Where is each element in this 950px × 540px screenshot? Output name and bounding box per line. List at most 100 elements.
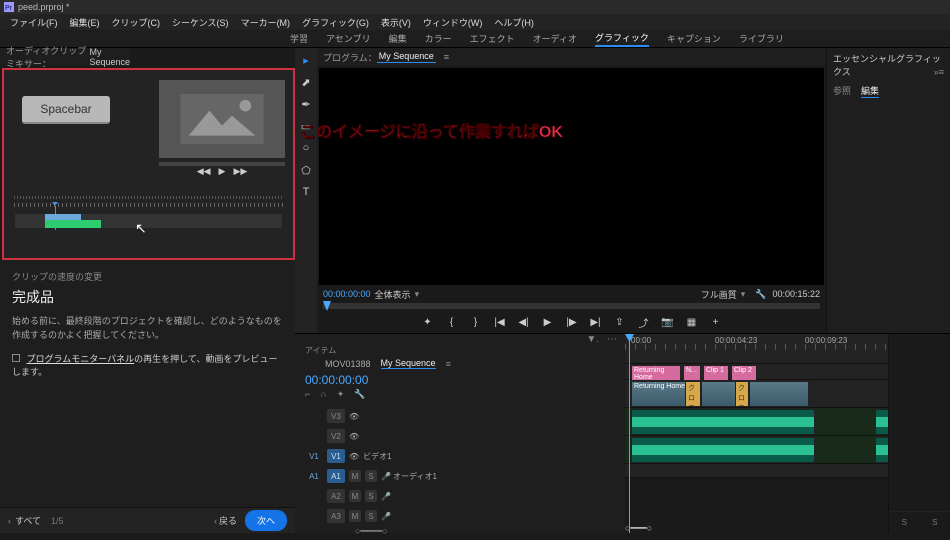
timeline-scrollbar[interactable]: ○━━━○: [625, 523, 888, 533]
menu-window[interactable]: ウィンドウ(W): [417, 16, 489, 29]
ellipse-tool-icon[interactable]: ○: [298, 140, 314, 156]
playhead[interactable]: [629, 334, 630, 533]
learn-title: 完成品: [12, 287, 283, 307]
prev-icon[interactable]: ◀◀: [197, 166, 211, 177]
audio-clip[interactable]: [875, 437, 888, 463]
menu-graphic[interactable]: グラフィック(G): [296, 16, 375, 29]
playhead-scrubber[interactable]: [323, 303, 820, 309]
selection-tool-icon[interactable]: ▸: [298, 52, 314, 68]
track-v3[interactable]: V3👁: [295, 406, 625, 426]
solo-left[interactable]: S: [902, 518, 907, 527]
snap-icon[interactable]: ⌐: [305, 389, 310, 400]
panel-menu-icon[interactable]: »≡: [934, 67, 944, 77]
panel-menu-icon[interactable]: ⋯: [607, 334, 617, 345]
type-tool-icon[interactable]: T: [298, 184, 314, 200]
time-ruler[interactable]: 00:00 00:00:04:23 00:00:09:23 00:00:14:2…: [625, 334, 888, 350]
ws-caption[interactable]: キャプション: [667, 32, 721, 45]
source-tab[interactable]: MOV01388: [325, 359, 371, 369]
program-info-bar: 00:00:00:00 全体表示▾ フル画質▾ 🔧 00:00:15:22: [317, 287, 826, 301]
menu-sequence[interactable]: シーケンス(S): [166, 16, 235, 29]
solo-right[interactable]: S: [932, 518, 937, 527]
audio-mixer-tab[interactable]: オーディオクリップミキサー：My Sequence: [0, 48, 130, 66]
add-marker-icon[interactable]: ✦: [421, 317, 435, 328]
quality-dropdown[interactable]: フル画質: [701, 288, 737, 301]
link-icon[interactable]: ∩: [320, 389, 326, 400]
ws-audio[interactable]: オーディオ: [533, 32, 577, 45]
play-icon[interactable]: ▶: [541, 317, 555, 328]
marker-icon[interactable]: ✦: [337, 389, 345, 400]
transition[interactable]: クロス: [685, 381, 701, 407]
back-button[interactable]: 戻る: [219, 514, 237, 527]
clip[interactable]: [749, 381, 809, 407]
audio-clip[interactable]: [875, 409, 888, 435]
next-icon[interactable]: ▶▶: [233, 166, 247, 177]
step-back-icon[interactable]: ◀|: [517, 317, 531, 328]
settings-icon[interactable]: +: [709, 317, 723, 328]
track-a2[interactable]: A2MS🎤: [295, 486, 625, 506]
clip[interactable]: Returning Home: [631, 381, 691, 407]
mark-in-icon[interactable]: {: [445, 317, 459, 328]
program-monitor[interactable]: [319, 68, 824, 285]
menu-view[interactable]: 表示(V): [375, 16, 417, 29]
menu-file[interactable]: ファイル(F): [4, 16, 64, 29]
track-a1[interactable]: A1A1MS🎤オーディオ1: [295, 466, 625, 486]
workspace-tabs: 学習 アセンブリ 編集 カラー エフェクト オーディオ グラフィック キャプショ…: [0, 30, 950, 48]
rectangle-tool-icon[interactable]: ▭: [298, 118, 314, 134]
essential-graphics-panel: エッセンシャルグラフィックス »≡ 参照 編集: [826, 48, 950, 333]
audio-meters: S S: [888, 334, 950, 533]
program-panel-tab[interactable]: プログラム：My Sequence ≡: [317, 48, 826, 66]
next-button[interactable]: 次へ: [245, 510, 287, 531]
audio-clip[interactable]: [631, 437, 815, 463]
sequence-timecode[interactable]: 00:00:00:00: [295, 369, 625, 389]
step-fwd-icon[interactable]: |▶: [565, 317, 579, 328]
nav-page: 1/5: [51, 516, 64, 526]
program-monitor-link[interactable]: プログラムモニターパネル: [27, 354, 135, 364]
edit-tab[interactable]: 編集: [861, 84, 879, 98]
ws-effects[interactable]: エフェクト: [470, 32, 515, 45]
export-frame-icon[interactable]: 📷: [661, 317, 675, 328]
ws-learn[interactable]: 学習: [290, 32, 308, 45]
sequence-tab[interactable]: My Sequence: [381, 358, 436, 369]
ws-color[interactable]: カラー: [425, 32, 452, 45]
lift-icon[interactable]: ⇪: [613, 317, 627, 328]
ws-edit[interactable]: 編集: [389, 32, 407, 45]
go-out-icon[interactable]: ▶|: [589, 317, 603, 328]
chevron-left-icon[interactable]: ‹: [8, 516, 11, 526]
timeline[interactable]: 00:00 00:00:04:23 00:00:09:23 00:00:14:2…: [625, 334, 888, 533]
panel-title: エッセンシャルグラフィックス: [833, 52, 944, 78]
audio-clip[interactable]: [631, 409, 815, 435]
menu-marker[interactable]: マーカー(M): [235, 16, 297, 29]
mark-out-icon[interactable]: }: [469, 317, 483, 328]
play-icon[interactable]: ▶: [219, 166, 226, 177]
zoom-dropdown[interactable]: 全体表示: [375, 288, 411, 301]
menu-help[interactable]: ヘルプ(H): [488, 16, 540, 29]
checkbox[interactable]: [12, 354, 20, 362]
tutorial-mini-timeline: ↖: [14, 196, 283, 240]
compare-icon[interactable]: ▦: [685, 317, 699, 328]
pen-tool-icon[interactable]: ✒: [298, 96, 314, 112]
track-v2[interactable]: V2👁: [295, 426, 625, 446]
polygon-tool-icon[interactable]: ⬠: [298, 162, 314, 178]
track-a3[interactable]: A3MS🎤: [295, 506, 625, 526]
transition[interactable]: クロス: [735, 381, 749, 407]
zoom-bar[interactable]: ○━━━━○: [295, 526, 625, 538]
timecode-out: 00:00:15:22: [772, 289, 820, 299]
direct-select-icon[interactable]: ⬈: [298, 74, 314, 90]
filter-icon[interactable]: ▼.: [586, 334, 599, 345]
go-in-icon[interactable]: |◀: [493, 317, 507, 328]
menu-clip[interactable]: クリップ(C): [106, 16, 167, 29]
track-v1[interactable]: V1V1👁ビデオ1: [295, 446, 625, 466]
menu-edit[interactable]: 編集(E): [64, 16, 106, 29]
extract-icon[interactable]: ⤴: [637, 315, 651, 330]
chevron-left-icon: ‹: [214, 516, 217, 526]
learn-nav: ‹ すべて 1/5 ‹ 戻る 次へ: [0, 507, 295, 533]
program-transport: ✦ { } |◀ ◀| ▶ |▶ ▶| ⇪ ⤴ 📷 ▦ +: [317, 311, 826, 333]
ws-library[interactable]: ライブラリ: [739, 32, 784, 45]
browse-tab[interactable]: 参照: [833, 84, 851, 98]
ws-graphic[interactable]: グラフィック: [595, 31, 649, 47]
timecode-in[interactable]: 00:00:00:00: [323, 289, 371, 299]
wrench-icon[interactable]: 🔧: [755, 289, 766, 300]
nav-all[interactable]: すべて: [15, 514, 41, 527]
ws-assembly[interactable]: アセンブリ: [326, 32, 371, 45]
settings-icon[interactable]: 🔧: [354, 389, 365, 400]
